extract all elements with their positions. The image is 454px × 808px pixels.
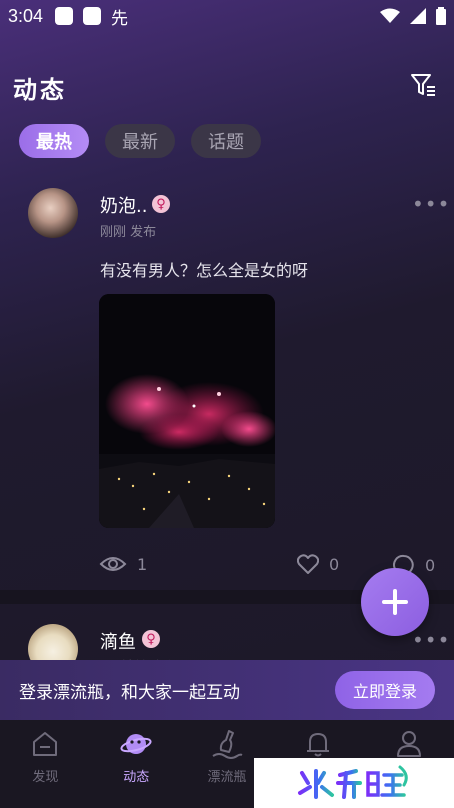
status-bar: 3:04 先 <box>0 0 454 32</box>
post-content: 有没有男人？怎么全是女的呀 <box>100 261 309 280</box>
watermark-logo-art <box>298 765 408 799</box>
like-button[interactable]: 0 <box>297 554 339 574</box>
avatar[interactable] <box>28 188 78 238</box>
nav-item-discover[interactable]: 发现 <box>0 720 91 808</box>
view-count-value: 1 <box>137 554 148 574</box>
login-button[interactable]: 立即登录 <box>334 671 435 709</box>
view-count: 1 <box>99 554 147 574</box>
nav-label: 漂流瓶 <box>207 770 247 785</box>
post-card[interactable]: 奶泡.. ♀ ••• 刚刚 发布 有没有男人？怎么全是女的呀 1 0 0 <box>0 168 454 593</box>
feed-tabs: 最热 最新 话题 <box>19 124 261 158</box>
more-options-icon[interactable]: ••• <box>412 628 450 652</box>
battery-icon <box>436 7 446 25</box>
wifi-icon <box>380 8 400 23</box>
notification-icon <box>55 7 74 25</box>
add-post-button[interactable] <box>361 568 429 636</box>
home-icon <box>33 732 58 756</box>
plus-icon <box>382 589 408 615</box>
female-icon: ♀ <box>142 630 160 648</box>
bell-icon <box>306 733 329 757</box>
profile-icon <box>396 731 421 757</box>
nav-label: 动态 <box>123 770 150 785</box>
nav-label: 发现 <box>32 770 59 785</box>
notification-icon-2 <box>83 7 102 25</box>
post-username[interactable]: 奶泡.. <box>100 192 147 218</box>
post-username[interactable]: 滴鱼 <box>100 628 136 654</box>
post-meta: 刚刚 发布 <box>100 225 157 240</box>
fireworks-photo <box>99 294 275 528</box>
like-count: 0 <box>329 554 340 574</box>
female-icon: ♀ <box>152 195 170 213</box>
login-banner-text: 登录漂流瓶，和大家一起互动 <box>19 682 240 703</box>
login-banner: 登录漂流瓶，和大家一起互动 立即登录 <box>0 660 454 720</box>
post-image[interactable] <box>99 294 275 528</box>
watermark-logo <box>254 758 454 808</box>
signal-icon <box>410 8 426 24</box>
nav-item-moments[interactable]: 动态 <box>91 720 182 808</box>
tab-hottest[interactable]: 最热 <box>19 124 89 158</box>
status-time: 3:04 <box>8 5 44 26</box>
more-options-icon[interactable]: ••• <box>412 192 450 216</box>
app-notification-icon: 先 <box>111 8 129 29</box>
filter-icon[interactable] <box>410 72 436 98</box>
tab-topics[interactable]: 话题 <box>191 124 261 158</box>
planet-icon <box>120 734 152 754</box>
bottle-icon <box>212 730 243 759</box>
comment-count: 0 <box>425 555 436 575</box>
eye-icon <box>99 557 127 571</box>
heart-icon <box>297 554 319 574</box>
page-title: 动态 <box>13 76 67 104</box>
tab-latest[interactable]: 最新 <box>105 124 175 158</box>
